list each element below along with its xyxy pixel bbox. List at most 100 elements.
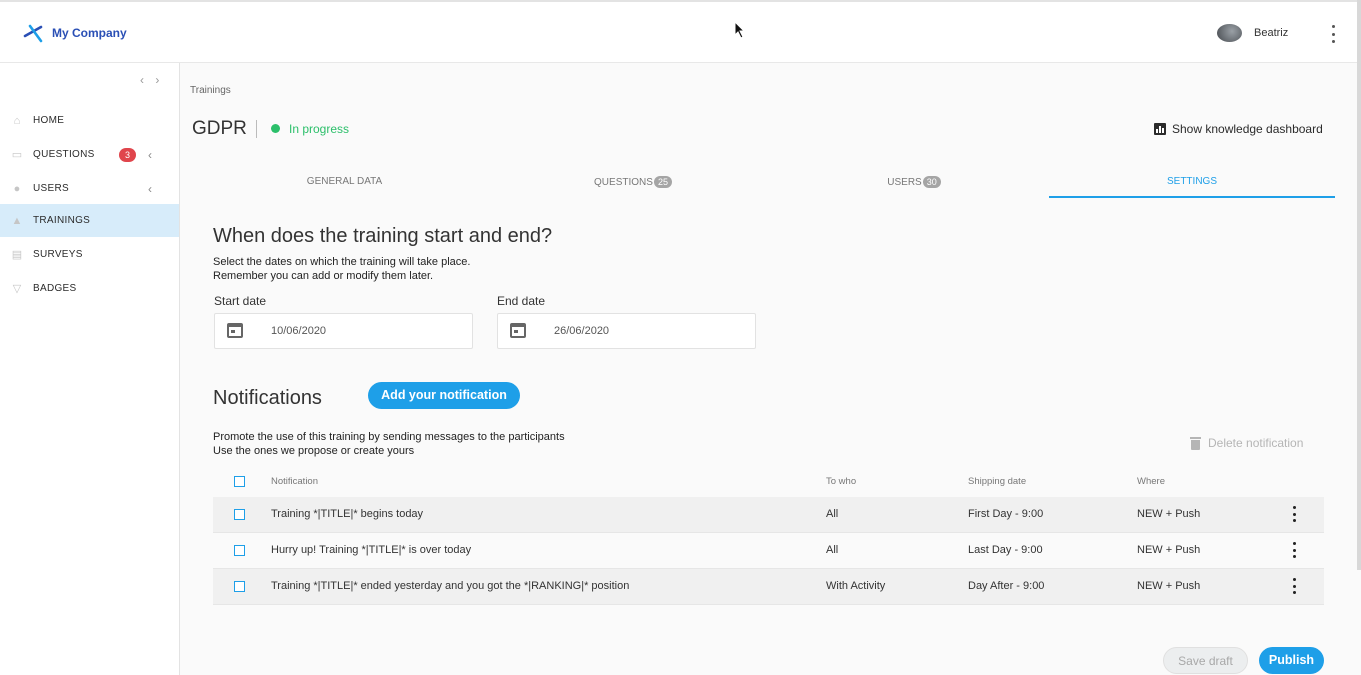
row-checkbox[interactable] — [234, 545, 245, 556]
sidebar-item-questions[interactable]: ▭ QUESTIONS 3 ‹ — [0, 138, 179, 171]
sidebar-item-trainings[interactable]: ▲ TRAININGS — [0, 204, 179, 237]
sidebar-item-label: QUESTIONS — [33, 149, 95, 160]
row-checkbox[interactable] — [234, 581, 245, 592]
table-row[interactable]: Training *|TITLE|* begins today All Firs… — [213, 497, 1324, 533]
notifications-description: Promote the use of this training by send… — [213, 430, 565, 458]
notification-cell: Hurry up! Training *|TITLE|* is over tod… — [271, 544, 472, 556]
sidebar-item-badges[interactable]: ▽ BADGES — [0, 272, 179, 305]
tab-general-data[interactable]: GENERAL DATA — [193, 176, 496, 198]
show-knowledge-dashboard-button[interactable]: Show knowledge dashboard — [1154, 122, 1323, 136]
tab-users[interactable]: USERS 30 — [770, 176, 1058, 198]
to-who-cell: All — [826, 508, 839, 520]
avatar — [1217, 24, 1242, 42]
notifications-description-line: Promote the use of this training by send… — [213, 431, 565, 443]
sidebar-item-label: HOME — [33, 115, 65, 126]
end-date-label: End date — [497, 294, 546, 308]
calendar-icon[interactable] — [510, 323, 526, 338]
schedule-description-line: Select the dates on which the training w… — [213, 256, 471, 268]
column-header-where[interactable]: Where — [1137, 476, 1165, 487]
trash-icon — [1190, 436, 1201, 450]
notification-cell: Training *|TITLE|* ended yesterday and y… — [271, 580, 630, 592]
tab-count-badge: 30 — [922, 176, 941, 188]
add-notification-button[interactable]: Add your notification — [368, 382, 520, 409]
sidebar-item-home[interactable]: ⌂ HOME — [0, 104, 179, 137]
more-options-icon[interactable] — [1327, 25, 1339, 43]
row-actions-icon[interactable] — [1291, 542, 1297, 558]
column-header-notification[interactable]: Notification — [271, 476, 318, 487]
questions-icon: ▭ — [11, 148, 23, 161]
show-knowledge-dashboard-label: Show knowledge dashboard — [1172, 122, 1323, 136]
users-icon: ● — [13, 182, 21, 195]
shipping-date-cell: Day After - 9:00 — [968, 580, 1045, 592]
brand-name: My Company — [52, 26, 127, 40]
select-all-checkbox[interactable] — [234, 476, 245, 487]
page-scrollbar[interactable] — [1357, 0, 1361, 570]
delete-notification-label: Delete notification — [1208, 436, 1304, 450]
schedule-description: Select the dates on which the training w… — [213, 255, 470, 283]
home-icon: ⌂ — [13, 114, 21, 127]
breadcrumb[interactable]: Trainings — [190, 85, 231, 96]
user-menu[interactable]: Beatriz — [1217, 24, 1288, 42]
sidebar-item-label: BADGES — [33, 283, 77, 294]
status-badge: In progress — [289, 122, 350, 136]
tab-questions[interactable]: QUESTIONS 25 — [497, 176, 769, 198]
table-row[interactable]: Training *|TITLE|* ended yesterday and y… — [213, 569, 1324, 605]
notifications-description-line: Use the ones we propose or create yours — [213, 445, 415, 457]
save-draft-button[interactable]: Save draft — [1163, 647, 1248, 674]
start-date-value: 10/06/2020 — [271, 325, 327, 337]
chevron-left-icon[interactable]: ‹ — [148, 148, 152, 162]
delete-notification-button[interactable]: Delete notification — [1190, 436, 1303, 450]
tab-label: QUESTIONS — [594, 177, 653, 188]
table-header: Notification To who Shipping date Where — [213, 466, 1324, 498]
bar-chart-icon — [1154, 123, 1166, 135]
page-title: GDPR — [192, 118, 247, 139]
row-actions-icon[interactable] — [1291, 506, 1297, 522]
where-cell: NEW + Push — [1137, 580, 1201, 592]
table-row[interactable]: Hurry up! Training *|TITLE|* is over tod… — [213, 533, 1324, 569]
sidebar-item-users[interactable]: ● USERS ‹ — [0, 172, 179, 205]
brand[interactable]: My Company — [22, 22, 127, 44]
end-date-field[interactable]: 26/06/2020 — [497, 313, 756, 349]
schedule-heading: When does the training start and end? — [213, 225, 553, 247]
row-actions-icon[interactable] — [1291, 578, 1297, 594]
mouse-cursor-icon — [734, 21, 746, 39]
collapse-sidebar-icon[interactable]: ‹ › — [140, 73, 163, 87]
sidebar-item-surveys[interactable]: ▤ SURVEYS — [0, 238, 179, 271]
status-dot — [271, 124, 280, 133]
calendar-icon[interactable] — [227, 323, 243, 338]
top-bar: My Company Beatriz — [0, 0, 1361, 63]
tab-label: USERS — [887, 177, 922, 188]
start-date-field[interactable]: 10/06/2020 — [214, 313, 473, 349]
column-header-shipping-date[interactable]: Shipping date — [968, 476, 1026, 487]
sidebar-item-label: USERS — [33, 183, 69, 194]
trainings-icon: ▲ — [11, 214, 23, 227]
user-name: Beatriz — [1254, 27, 1289, 39]
brand-logo-icon — [23, 24, 43, 43]
schedule-description-line: Remember you can add or modify them late… — [213, 270, 434, 282]
publish-button[interactable]: Publish — [1259, 647, 1324, 674]
tab-count-badge: 25 — [653, 176, 672, 188]
tab-settings[interactable]: SETTINGS — [1049, 176, 1335, 198]
tab-label: SETTINGS — [1166, 176, 1217, 187]
sidebar-item-label: SURVEYS — [33, 249, 83, 260]
end-date-value: 26/06/2020 — [554, 325, 610, 337]
start-date-label: Start date — [214, 294, 267, 308]
shipping-date-cell: Last Day - 9:00 — [968, 544, 1043, 556]
sidebar: ‹ › ⌂ HOME ▭ QUESTIONS 3 ‹ ● USERS ‹ ▲ T… — [0, 63, 180, 675]
where-cell: NEW + Push — [1137, 508, 1201, 520]
where-cell: NEW + Push — [1137, 544, 1201, 556]
chevron-left-icon[interactable]: ‹ — [148, 182, 152, 196]
to-who-cell: All — [826, 544, 839, 556]
notification-cell: Training *|TITLE|* begins today — [271, 508, 424, 520]
column-header-to-who[interactable]: To who — [826, 476, 856, 487]
sidebar-item-label: TRAININGS — [33, 215, 91, 226]
badges-icon: ▽ — [12, 282, 22, 295]
row-checkbox[interactable] — [234, 509, 245, 520]
tab-label: GENERAL DATA — [306, 176, 383, 187]
title-divider — [256, 120, 257, 138]
notifications-heading: Notifications — [213, 387, 322, 409]
surveys-icon: ▤ — [11, 248, 23, 261]
questions-count-badge: 3 — [119, 147, 136, 162]
to-who-cell: With Activity — [826, 580, 886, 592]
shipping-date-cell: First Day - 9:00 — [968, 508, 1044, 520]
